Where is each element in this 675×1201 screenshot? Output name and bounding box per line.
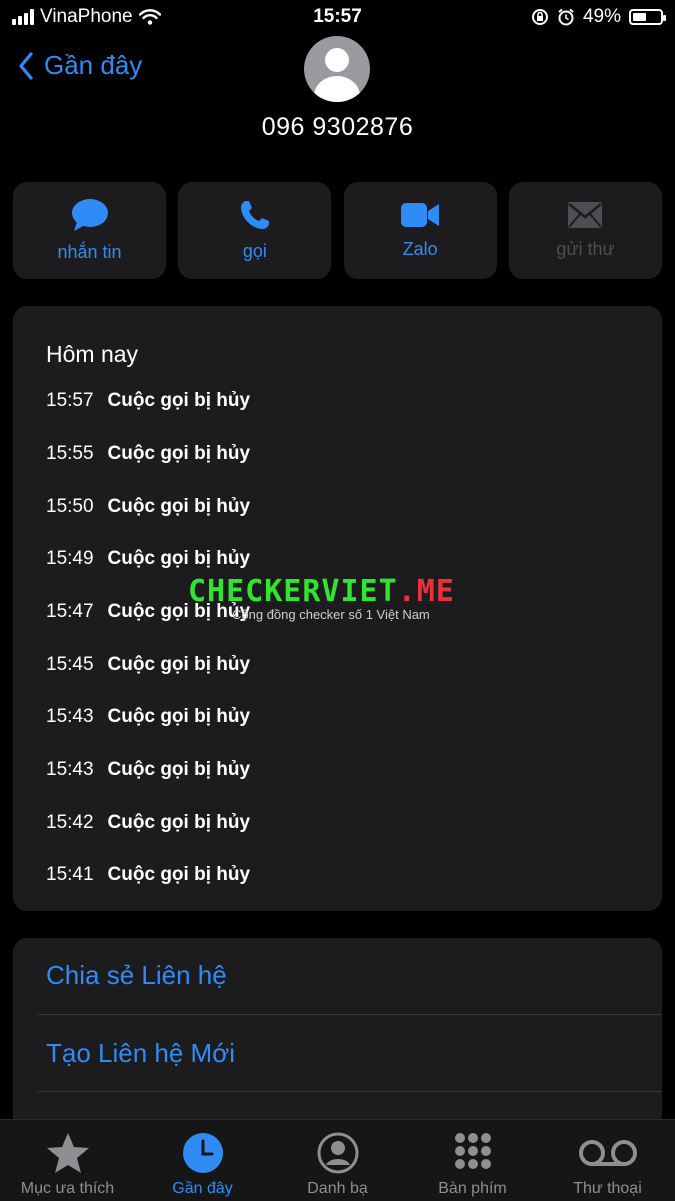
action-buttons: nhắn tin gọi Zalo gửi thư	[13, 182, 662, 279]
call-time: 15:42	[46, 812, 94, 833]
call-time: 15:41	[46, 864, 94, 885]
status-bar: VinaPhone 15:57 49%	[0, 0, 675, 34]
call-row: 15:45 Cuộc gọi bị hủy	[46, 654, 250, 676]
call-status: Cuộc gọi bị hủy	[107, 496, 251, 517]
voicemail-icon	[578, 1140, 637, 1166]
alarm-icon	[558, 8, 574, 26]
call-row: 15:42 Cuộc gọi bị hủy	[46, 812, 250, 834]
call-time: 15:43	[46, 759, 94, 780]
call-time: 15:55	[46, 443, 94, 464]
call-time: 15:57	[46, 390, 94, 411]
keypad-icon	[454, 1133, 491, 1169]
divider	[37, 1091, 662, 1092]
person-circle-icon	[317, 1132, 358, 1174]
call-row: 15:57 Cuộc gọi bị hủy	[46, 390, 250, 412]
call-status: Cuộc gọi bị hủy	[107, 864, 251, 885]
tab-bar: Mục ưa thích Gần đây Danh bạ Bàn phím Th…	[0, 1119, 675, 1201]
call-time: 15:49	[46, 548, 94, 569]
call-row: 15:49 Cuộc gọi bị hủy	[46, 548, 250, 570]
battery-percent: 49%	[582, 6, 621, 27]
video-camera-icon	[401, 203, 440, 227]
call-time: 15:47	[46, 601, 94, 622]
back-button[interactable]: Gần đây	[18, 50, 142, 81]
call-button[interactable]: gọi	[178, 182, 332, 279]
call-row: 15:50 Cuộc gọi bị hủy	[46, 496, 250, 518]
tab-label: Thư thoại	[573, 1180, 642, 1197]
battery-icon	[629, 9, 666, 25]
tab-label: Mục ưa thích	[20, 1180, 115, 1197]
call-status: Cuộc gọi bị hủy	[107, 548, 251, 569]
call-row: 15:43 Cuộc gọi bị hủy	[46, 706, 250, 728]
section-title: Hôm nay	[46, 341, 139, 367]
call-status: Cuộc gọi bị hủy	[107, 706, 251, 727]
call-time: 15:45	[46, 654, 94, 675]
phone-icon	[240, 201, 269, 229]
call-row: 15:43 Cuộc gọi bị hủy	[46, 759, 250, 781]
tab-label: Danh bạ	[307, 1180, 368, 1197]
tab-keypad[interactable]: Bàn phím	[405, 1120, 540, 1201]
rotation-lock-icon	[531, 9, 548, 25]
call-row: 15:55 Cuộc gọi bị hủy	[46, 443, 250, 465]
call-status: Cuộc gọi bị hủy	[107, 759, 251, 780]
back-label: Gần đây	[44, 50, 143, 80]
mail-button[interactable]: gửi thư	[508, 182, 662, 279]
call-row: 15:41 Cuộc gọi bị hủy	[46, 864, 250, 886]
mail-label: gửi thư	[556, 239, 615, 259]
message-bubble-icon	[71, 199, 108, 231]
message-label: nhắn tin	[57, 242, 122, 262]
call-status: Cuộc gọi bị hủy	[107, 654, 251, 675]
star-icon	[46, 1133, 89, 1173]
call-status: Cuộc gọi bị hủy	[107, 812, 251, 833]
call-status: Cuộc gọi bị hủy	[107, 390, 251, 411]
call-label: gọi	[242, 241, 267, 261]
tab-voicemail[interactable]: Thư thoại	[540, 1120, 675, 1201]
envelope-icon	[568, 202, 603, 228]
call-status: Cuộc gọi bị hủy	[107, 443, 251, 464]
tab-recents[interactable]: Gần đây	[135, 1120, 270, 1201]
zalo-label: Zalo	[402, 239, 438, 259]
call-time: 15:43	[46, 706, 94, 727]
phone-number: 096 9302876	[261, 113, 414, 141]
call-time: 15:50	[46, 496, 94, 517]
contact-avatar[interactable]	[304, 36, 370, 102]
share-contact-button[interactable]: Chia sẻ Liên hệ	[46, 960, 227, 991]
tab-favorites[interactable]: Mục ưa thích	[0, 1120, 135, 1201]
chevron-left-icon	[19, 51, 33, 80]
create-contact-button[interactable]: Tạo Liên hệ Mới	[46, 1038, 235, 1069]
battery-fill	[633, 13, 646, 21]
divider	[37, 1014, 662, 1015]
tab-label: Bàn phím	[438, 1180, 507, 1197]
call-history-card: Hôm nay 15:57 Cuộc gọi bị hủy 15:55 Cuộc…	[13, 306, 662, 911]
zalo-video-button[interactable]: Zalo	[343, 182, 497, 279]
clock-icon	[182, 1133, 223, 1173]
call-row: 15:47 Cuộc gọi bị hủy	[46, 601, 250, 623]
status-right: 49%	[531, 6, 666, 28]
message-button[interactable]: nhắn tin	[13, 182, 166, 279]
call-status: Cuộc gọi bị hủy	[107, 601, 251, 622]
tab-label: Gần đây	[172, 1180, 233, 1197]
tab-contacts[interactable]: Danh bạ	[270, 1120, 405, 1201]
